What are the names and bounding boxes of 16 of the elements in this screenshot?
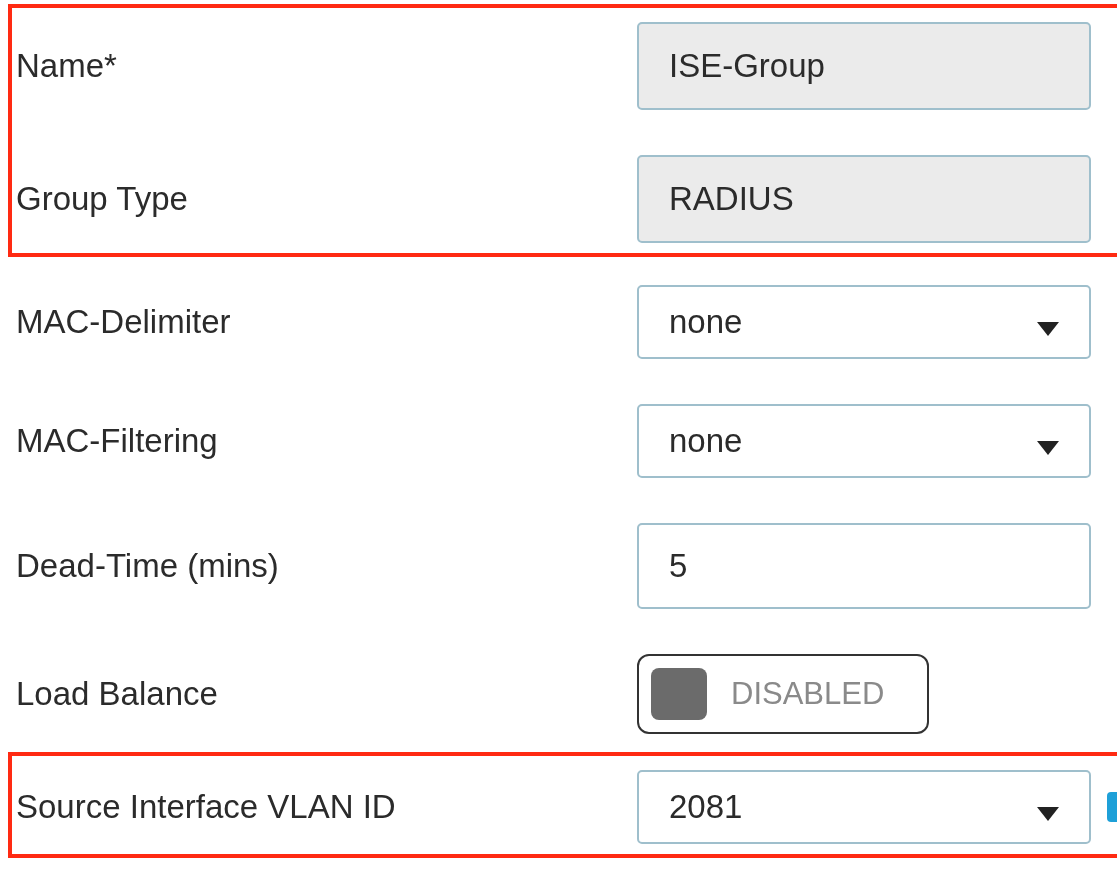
caret-icon: [1037, 807, 1059, 821]
readonly-field: RADIUS: [637, 155, 1091, 243]
field-label: Group Type: [16, 180, 189, 218]
input-field[interactable]: 5: [637, 523, 1091, 609]
caret-icon: [1037, 441, 1059, 455]
caret-icon: [1037, 322, 1059, 336]
dropdown[interactable]: none: [637, 404, 1091, 478]
dropdown[interactable]: 2081: [637, 770, 1091, 844]
readonly-field: ISE-Group: [637, 22, 1091, 110]
field-label: MAC-Delimiter: [16, 303, 232, 341]
field-label: Load Balance: [16, 675, 219, 713]
field-label: Dead-Time (mins): [16, 547, 280, 585]
dropdown[interactable]: none: [637, 285, 1091, 359]
field-label: Source Interface VLAN ID: [16, 788, 397, 826]
field-label: MAC-Filtering: [16, 422, 219, 460]
field-label: Name*: [16, 47, 118, 85]
